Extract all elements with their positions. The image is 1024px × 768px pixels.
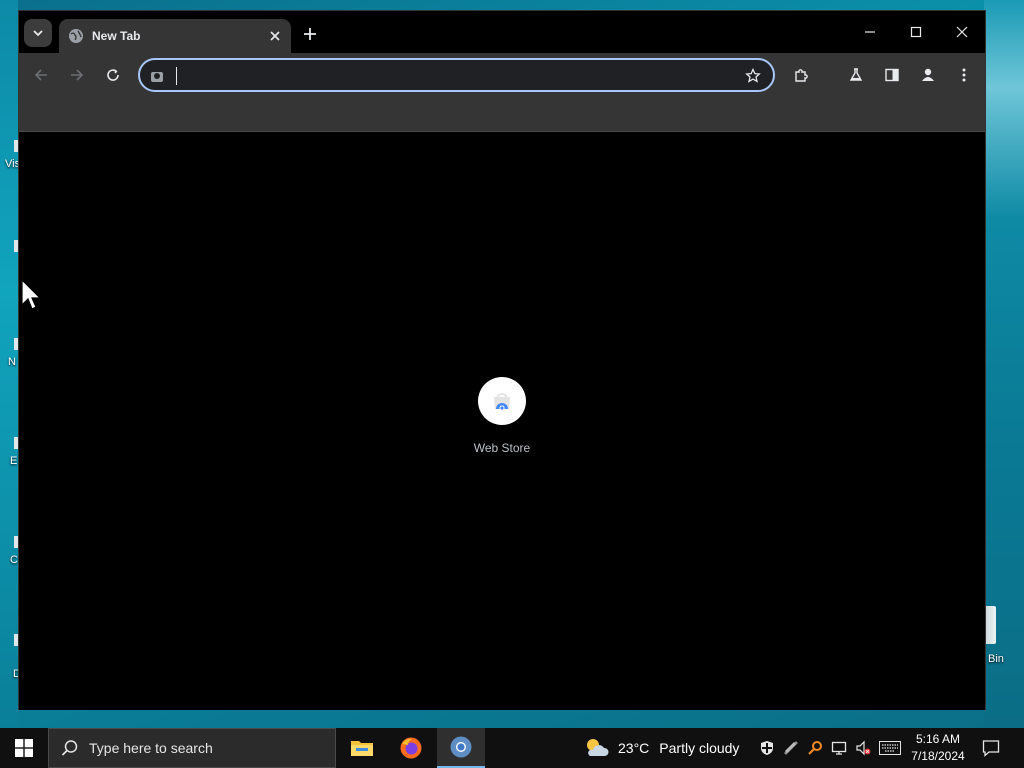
browser-toolbar [19, 53, 985, 97]
taskbar: Type here to search 23°C Partly cloudy 5… [0, 728, 1024, 768]
close-window-button[interactable] [944, 19, 980, 45]
reload-button[interactable] [102, 64, 124, 86]
maximize-icon [910, 26, 922, 38]
folder-icon [351, 741, 373, 756]
profile-button[interactable] [917, 64, 939, 86]
chrome-button[interactable] [437, 728, 485, 768]
close-icon [270, 31, 280, 41]
minimize-button[interactable] [852, 19, 888, 45]
plus-icon [304, 28, 316, 40]
forward-button[interactable] [66, 64, 88, 86]
firefox-button[interactable] [387, 728, 435, 768]
arrow-right-icon [71, 69, 84, 81]
chevron-down-icon [33, 30, 43, 37]
shield-icon [761, 741, 773, 755]
search-placeholder: Type here to search [89, 740, 213, 756]
clock-date: 7/18/2024 [911, 749, 965, 763]
text-caret [176, 67, 177, 85]
volume-tray-button[interactable] [853, 738, 873, 758]
clock-time: 5:16 AM [915, 732, 961, 746]
bookmark-button[interactable] [743, 66, 763, 86]
shortcut-web-store[interactable]: Web Store [459, 377, 545, 467]
monitor-icon [831, 741, 847, 755]
browser-window: New Tab Web Store [18, 10, 986, 710]
key-icon [808, 741, 822, 755]
search-tray-button[interactable] [805, 738, 825, 758]
tab-search-button[interactable] [24, 19, 52, 47]
recycle-bin-label: Bin [988, 653, 1004, 665]
wifi-off-icon [784, 741, 798, 755]
desktop-icon-label: E [10, 455, 18, 467]
address-bar[interactable] [138, 58, 775, 92]
side-panel-button[interactable] [881, 64, 903, 86]
mouse-cursor-icon [21, 279, 42, 310]
search-icon [61, 740, 78, 756]
side-panel-icon [885, 68, 899, 82]
network-tray-button[interactable] [781, 738, 801, 758]
desktop-icon-label: N [8, 356, 16, 368]
globe-icon [69, 29, 83, 43]
tab-strip: New Tab [19, 11, 985, 53]
taskbar-search[interactable]: Type here to search [48, 728, 336, 768]
web-store-icon [494, 393, 510, 411]
close-tab-button[interactable] [267, 28, 283, 44]
labs-button[interactable] [845, 64, 867, 86]
shortcut-tile [478, 377, 526, 425]
weather-widget[interactable]: 23°C Partly cloudy [584, 728, 739, 768]
weather-temperature: 23°C [618, 740, 650, 756]
display-tray-button[interactable] [829, 738, 849, 758]
start-button[interactable] [0, 728, 48, 768]
volume-muted-icon [856, 740, 871, 756]
puzzle-icon [795, 69, 808, 82]
flask-icon [849, 68, 863, 81]
firefox-icon [400, 737, 422, 759]
new-tab-button[interactable] [299, 23, 321, 45]
new-tab-page: Web Store [19, 132, 985, 710]
system-clock[interactable]: 5:16 AM 7/18/2024 [904, 731, 972, 765]
more-vert-icon [962, 68, 966, 82]
address-input[interactable] [174, 66, 734, 86]
maximize-button[interactable] [898, 19, 934, 45]
extensions-button[interactable] [791, 64, 813, 86]
tab-new-tab[interactable]: New Tab [59, 19, 291, 53]
chrome-icon [450, 736, 472, 758]
close-icon [956, 26, 968, 38]
security-tray-button[interactable] [757, 738, 777, 758]
partly-cloudy-icon [587, 739, 609, 756]
windows-logo-icon [15, 739, 33, 757]
star-icon [745, 68, 761, 83]
touch-keyboard-button[interactable] [878, 738, 902, 758]
reload-icon [107, 69, 119, 81]
menu-button[interactable] [953, 64, 975, 86]
keyboard-icon [879, 741, 901, 755]
minimize-icon [865, 31, 875, 33]
notifications-button[interactable] [980, 737, 1002, 759]
shortcut-label: Web Store [473, 441, 531, 455]
chrome-web-store-icon [151, 72, 163, 82]
desktop-icon-label: C [10, 554, 18, 566]
arrow-left-icon [34, 69, 47, 81]
tab-title: New Tab [92, 29, 141, 43]
weather-condition: Partly cloudy [659, 740, 740, 756]
back-button[interactable] [30, 64, 52, 86]
file-explorer-button[interactable] [338, 728, 386, 768]
notification-icon [982, 740, 1000, 757]
bookmarks-bar [19, 97, 985, 132]
person-icon [922, 68, 934, 81]
